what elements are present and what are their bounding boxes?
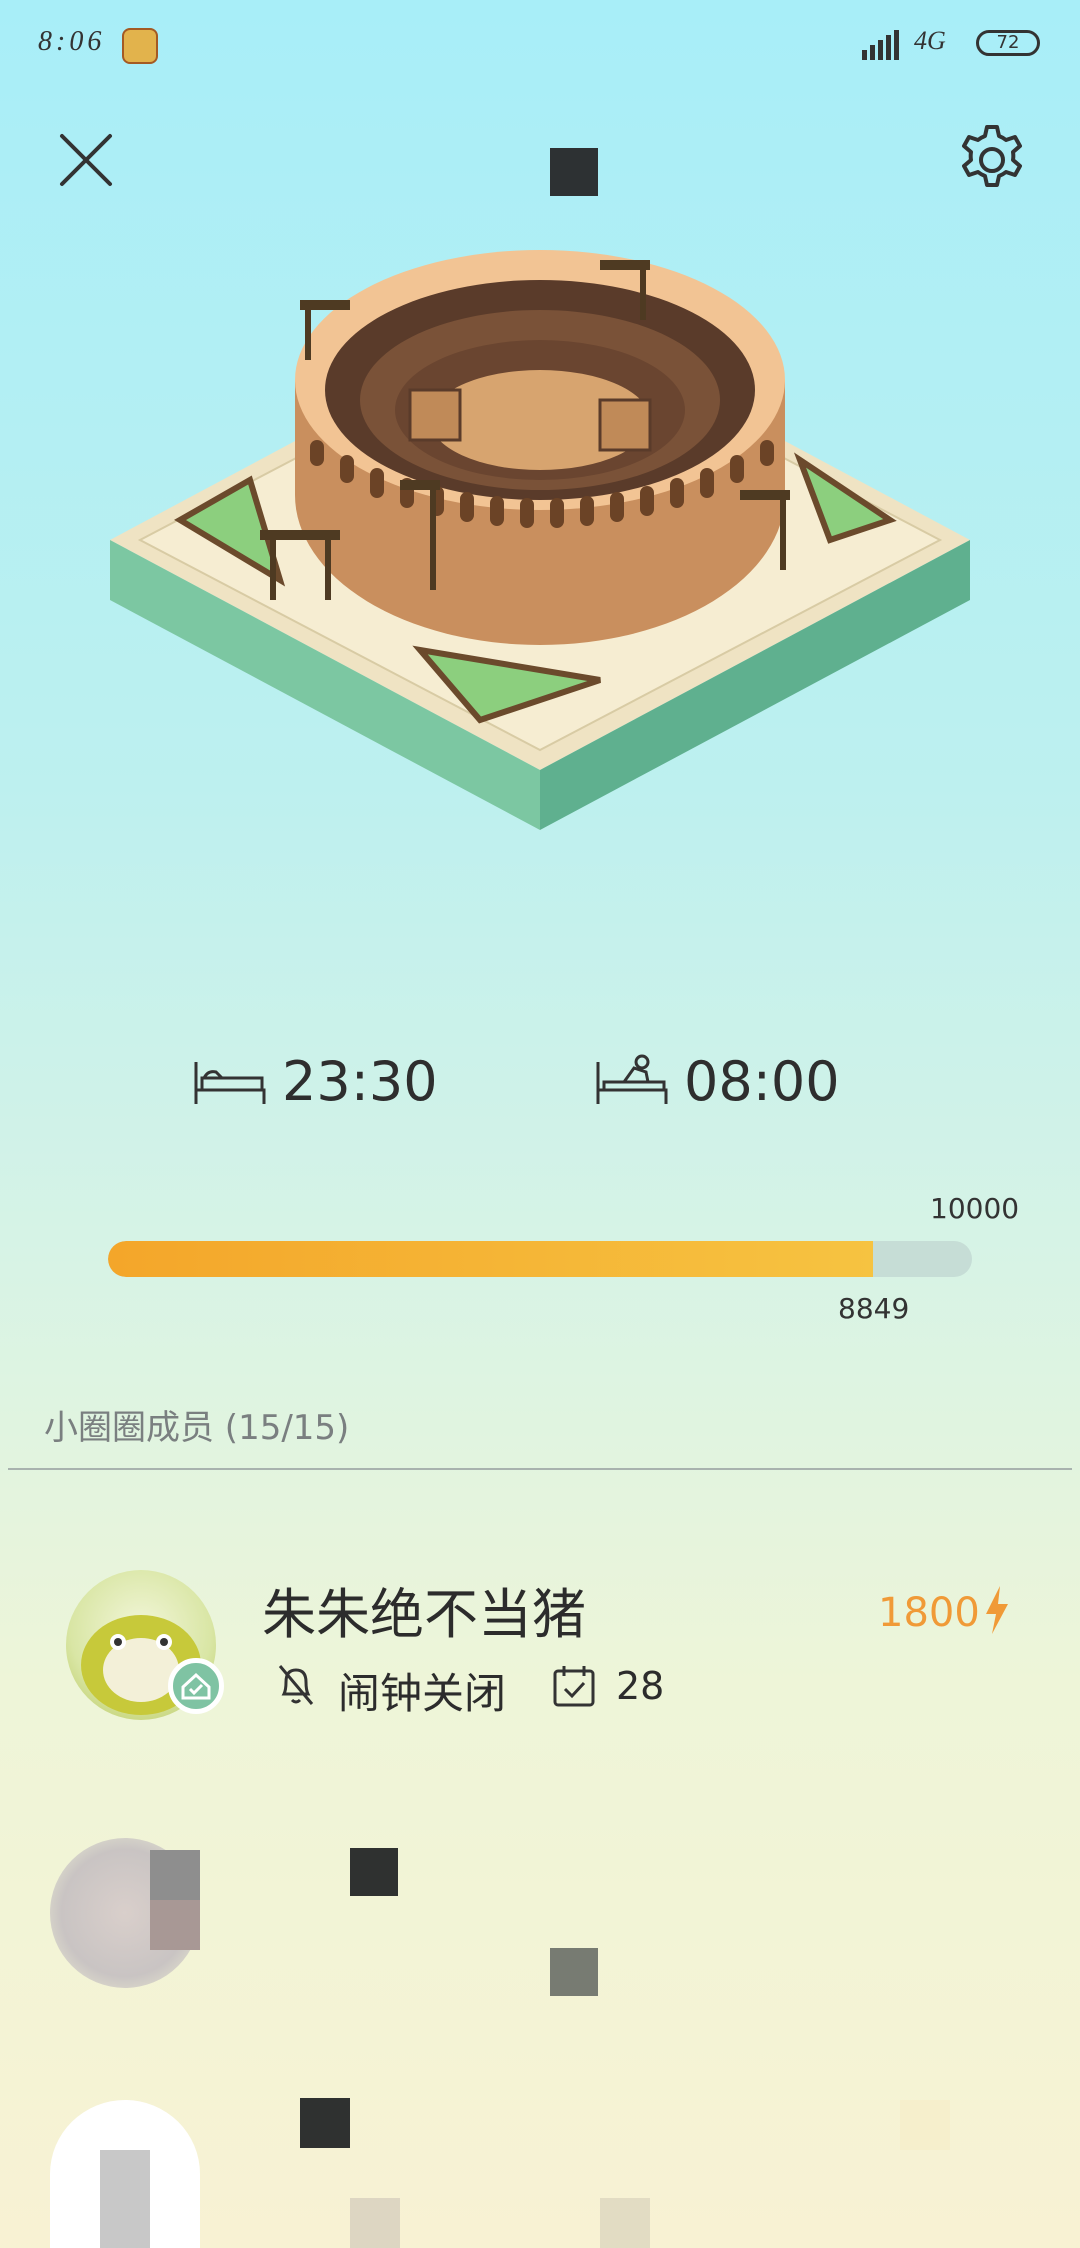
status-bar: 8:06 4G 72 (0, 0, 1080, 90)
energy-progress-fill (108, 1241, 873, 1277)
wake-time-group[interactable]: 08:00 (594, 1050, 840, 1113)
battery-icon: 72 (976, 30, 1040, 56)
members-section-title: 小圈圈成员 (15/15) (44, 1408, 350, 1448)
sleep-time-group[interactable]: 23:30 (192, 1050, 438, 1113)
sleep-time: 23:30 (282, 1050, 438, 1113)
calendar-check-icon (553, 1666, 595, 1707)
bed-icon (194, 1061, 266, 1104)
redacted-block (600, 2198, 650, 2248)
redacted-block (550, 1948, 598, 1996)
verified-home-icon (168, 1658, 224, 1714)
checkin-days: 28 (616, 1664, 665, 1708)
redacted-block (900, 2100, 950, 2150)
redacted-block (350, 1848, 398, 1896)
bell-off-icon (278, 1665, 314, 1705)
member-name: 朱朱绝不当猪 (262, 1583, 586, 1646)
app-notification-icon (122, 28, 158, 64)
lightning-icon (986, 1586, 1008, 1634)
network-type: 4G (914, 26, 946, 55)
circle-title-redacted (550, 148, 598, 196)
wake-time: 08:00 (684, 1050, 840, 1113)
status-time: 8:06 (38, 26, 106, 57)
redacted-block (100, 2150, 150, 2248)
redacted-block (300, 2098, 350, 2148)
colosseum-illustration (110, 250, 970, 830)
signal-icon (862, 30, 899, 60)
section-divider (8, 1468, 1072, 1470)
close-icon[interactable] (58, 132, 114, 188)
member-energy: 1800 (878, 1590, 980, 1636)
redacted-block (350, 2198, 400, 2248)
wake-up-icon (596, 1054, 668, 1104)
alarm-status: 闹钟关闭 (338, 1669, 507, 1718)
progress-max-label: 10000 (930, 1192, 1020, 1225)
member-list-item[interactable]: 朱朱绝不当猪 闹钟关闭 28 1800 (0, 1560, 1080, 1720)
progress-current-label: 8849 (838, 1292, 910, 1325)
redacted-block (150, 1850, 200, 1900)
gear-icon[interactable] (954, 122, 1030, 198)
energy-progress-bar (108, 1241, 972, 1277)
sleep-schedule: 23:30 08:00 (0, 1050, 1080, 1130)
redacted-block (150, 1900, 200, 1950)
